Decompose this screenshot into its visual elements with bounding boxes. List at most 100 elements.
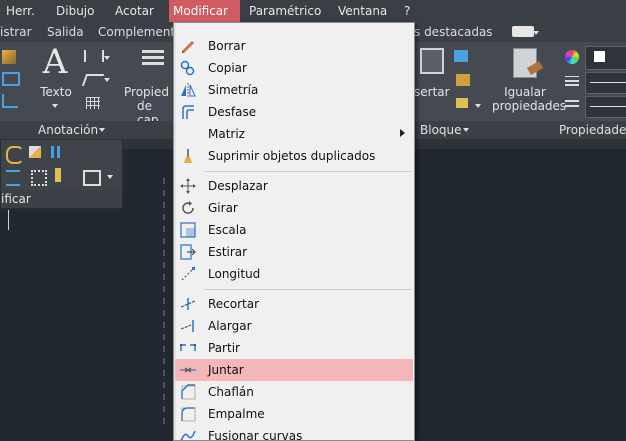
layer-properties-label-line1[interactable]: Propied xyxy=(124,85,174,99)
modify-panel-flyout: ificar xyxy=(0,139,123,209)
linetype-dropdown[interactable] xyxy=(585,96,626,118)
menu-item-label: Copiar xyxy=(208,61,247,75)
modify-icon[interactable] xyxy=(2,72,20,86)
modificar-dropdown-menu: Borrar Copiar Simetría Desfase Matriz Su… xyxy=(173,22,415,441)
color-wheel-icon[interactable] xyxy=(565,50,579,64)
explode-icon[interactable] xyxy=(31,170,47,186)
lineweight-dropdown[interactable] xyxy=(585,72,626,94)
chevron-down-icon[interactable] xyxy=(533,31,539,35)
chevron-down-icon[interactable] xyxy=(107,175,113,179)
insert-label[interactable]: sertar xyxy=(414,85,450,99)
menu-herr[interactable]: Herr. xyxy=(2,0,39,22)
menu-item-escala[interactable]: Escala xyxy=(175,219,413,241)
canvas-dashed-line xyxy=(163,178,165,428)
color-dropdown[interactable] xyxy=(585,46,626,70)
edit-block-icon[interactable] xyxy=(456,74,470,86)
linetype-preview xyxy=(590,106,626,107)
break-icon xyxy=(180,344,196,351)
linear-dimension-icon[interactable] xyxy=(84,50,104,62)
create-block-icon[interactable] xyxy=(454,50,468,62)
layer-properties-icon[interactable] xyxy=(142,50,164,72)
menu-item-desfase[interactable]: Desfase xyxy=(175,101,413,123)
edit-attributes-icon[interactable] xyxy=(456,98,468,108)
chevron-down-icon[interactable] xyxy=(99,128,105,132)
menu-item-empalme[interactable]: Empalme xyxy=(175,403,413,425)
chevron-down-icon[interactable] xyxy=(475,104,481,108)
menu-item-suprimir-duplicados[interactable]: Suprimir objetos duplicados xyxy=(175,145,413,167)
hatch-edit-icon[interactable] xyxy=(51,146,63,158)
menu-item-chaflan[interactable]: Chaflán xyxy=(175,381,413,403)
color-swatch xyxy=(594,51,605,62)
reverse-icon[interactable] xyxy=(6,170,20,186)
lengthen-icon xyxy=(181,267,195,281)
panel-bloque[interactable]: Bloque xyxy=(420,121,462,139)
mirror-icon xyxy=(181,83,196,98)
menu-item-borrar[interactable]: Borrar xyxy=(175,35,413,57)
table-icon[interactable] xyxy=(86,97,100,109)
menu-dibujo[interactable]: Dibujo xyxy=(52,0,98,22)
menu-modificar[interactable]: Modificar xyxy=(169,0,240,22)
panel-modificar[interactable]: ificar xyxy=(1,190,122,208)
menu-item-matriz[interactable]: Matriz xyxy=(175,123,413,145)
submenu-arrow-icon xyxy=(400,129,405,137)
text-tool-label[interactable]: Texto xyxy=(36,85,76,99)
tab-salida[interactable]: Salida xyxy=(47,22,84,42)
tab-complementos[interactable]: Complement xyxy=(98,22,175,42)
tab-destacadas[interactable]: s destacadas xyxy=(414,22,493,42)
chevron-down-icon[interactable] xyxy=(104,56,110,60)
menu-item-alargar[interactable]: Alargar xyxy=(175,315,413,337)
eraser-icon xyxy=(182,41,194,53)
stretch-tool-icon[interactable] xyxy=(2,94,18,108)
chamfer-icon xyxy=(181,384,196,400)
match-properties-label-line1[interactable]: Igualar xyxy=(500,85,550,99)
chevron-down-icon[interactable] xyxy=(52,104,58,108)
menu-help[interactable]: ? xyxy=(400,0,414,22)
trim-icon xyxy=(180,298,196,310)
chevron-down-icon[interactable] xyxy=(463,128,469,132)
brush-icon[interactable] xyxy=(2,50,16,64)
menu-item-copiar[interactable]: Copiar xyxy=(175,57,413,79)
menu-separator xyxy=(204,289,412,290)
edit-icon[interactable] xyxy=(29,146,41,158)
tab-administrar[interactable]: istrar xyxy=(0,22,32,42)
menu-item-desplazar[interactable]: Desplazar xyxy=(175,175,413,197)
menu-item-longitud[interactable]: Longitud xyxy=(175,263,413,285)
menu-item-recortar[interactable]: Recortar xyxy=(175,293,413,315)
linetype-icon[interactable] xyxy=(565,100,579,110)
rotate-icon xyxy=(182,201,194,214)
menu-item-label: Desplazar xyxy=(208,179,268,193)
text-tool-icon[interactable]: A xyxy=(40,44,70,80)
crosshair-line xyxy=(8,210,9,230)
panel-anotacion[interactable]: Anotación xyxy=(38,121,98,139)
menu-item-label: Partir xyxy=(208,341,240,355)
join-icon xyxy=(180,367,196,373)
panel-propiedades[interactable]: Propiedades xyxy=(559,121,626,139)
menu-item-label: Fusionar curvas xyxy=(208,429,303,441)
menu-item-label: Chaflán xyxy=(208,385,254,399)
menu-item-simetria[interactable]: Simetría xyxy=(175,79,413,101)
overkill-icon[interactable] xyxy=(55,168,61,182)
menu-item-estirar[interactable]: Estirar xyxy=(175,241,413,263)
menu-item-juntar[interactable]: Juntar xyxy=(175,359,413,381)
lineweight-icon[interactable] xyxy=(565,76,579,86)
menu-item-label: Alargar xyxy=(208,319,252,333)
menu-parametrico[interactable]: Paramétrico xyxy=(245,0,325,22)
menu-bar: Herr. Dibujo Acotar Modificar Paramétric… xyxy=(0,0,626,22)
match-properties-label-line2[interactable]: propiedades xyxy=(492,99,566,113)
extend-icon xyxy=(180,320,194,332)
insert-block-icon[interactable] xyxy=(420,48,444,74)
fillet-icon xyxy=(181,407,196,422)
menu-ventana[interactable]: Ventana xyxy=(334,0,391,22)
menu-item-label: Girar xyxy=(208,201,238,215)
leader-icon[interactable] xyxy=(81,74,105,86)
workspace-icon[interactable] xyxy=(512,26,534,37)
chevron-down-icon[interactable] xyxy=(104,78,110,82)
menu-item-girar[interactable]: Girar xyxy=(175,197,413,219)
draworder-icon[interactable] xyxy=(83,170,101,186)
menu-item-label: Longitud xyxy=(208,267,261,281)
spline-icon[interactable] xyxy=(6,146,24,164)
menu-item-partir[interactable]: Partir xyxy=(175,337,413,359)
broom-icon xyxy=(184,149,192,163)
menu-acotar[interactable]: Acotar xyxy=(111,0,158,22)
menu-item-label: Estirar xyxy=(208,245,248,259)
